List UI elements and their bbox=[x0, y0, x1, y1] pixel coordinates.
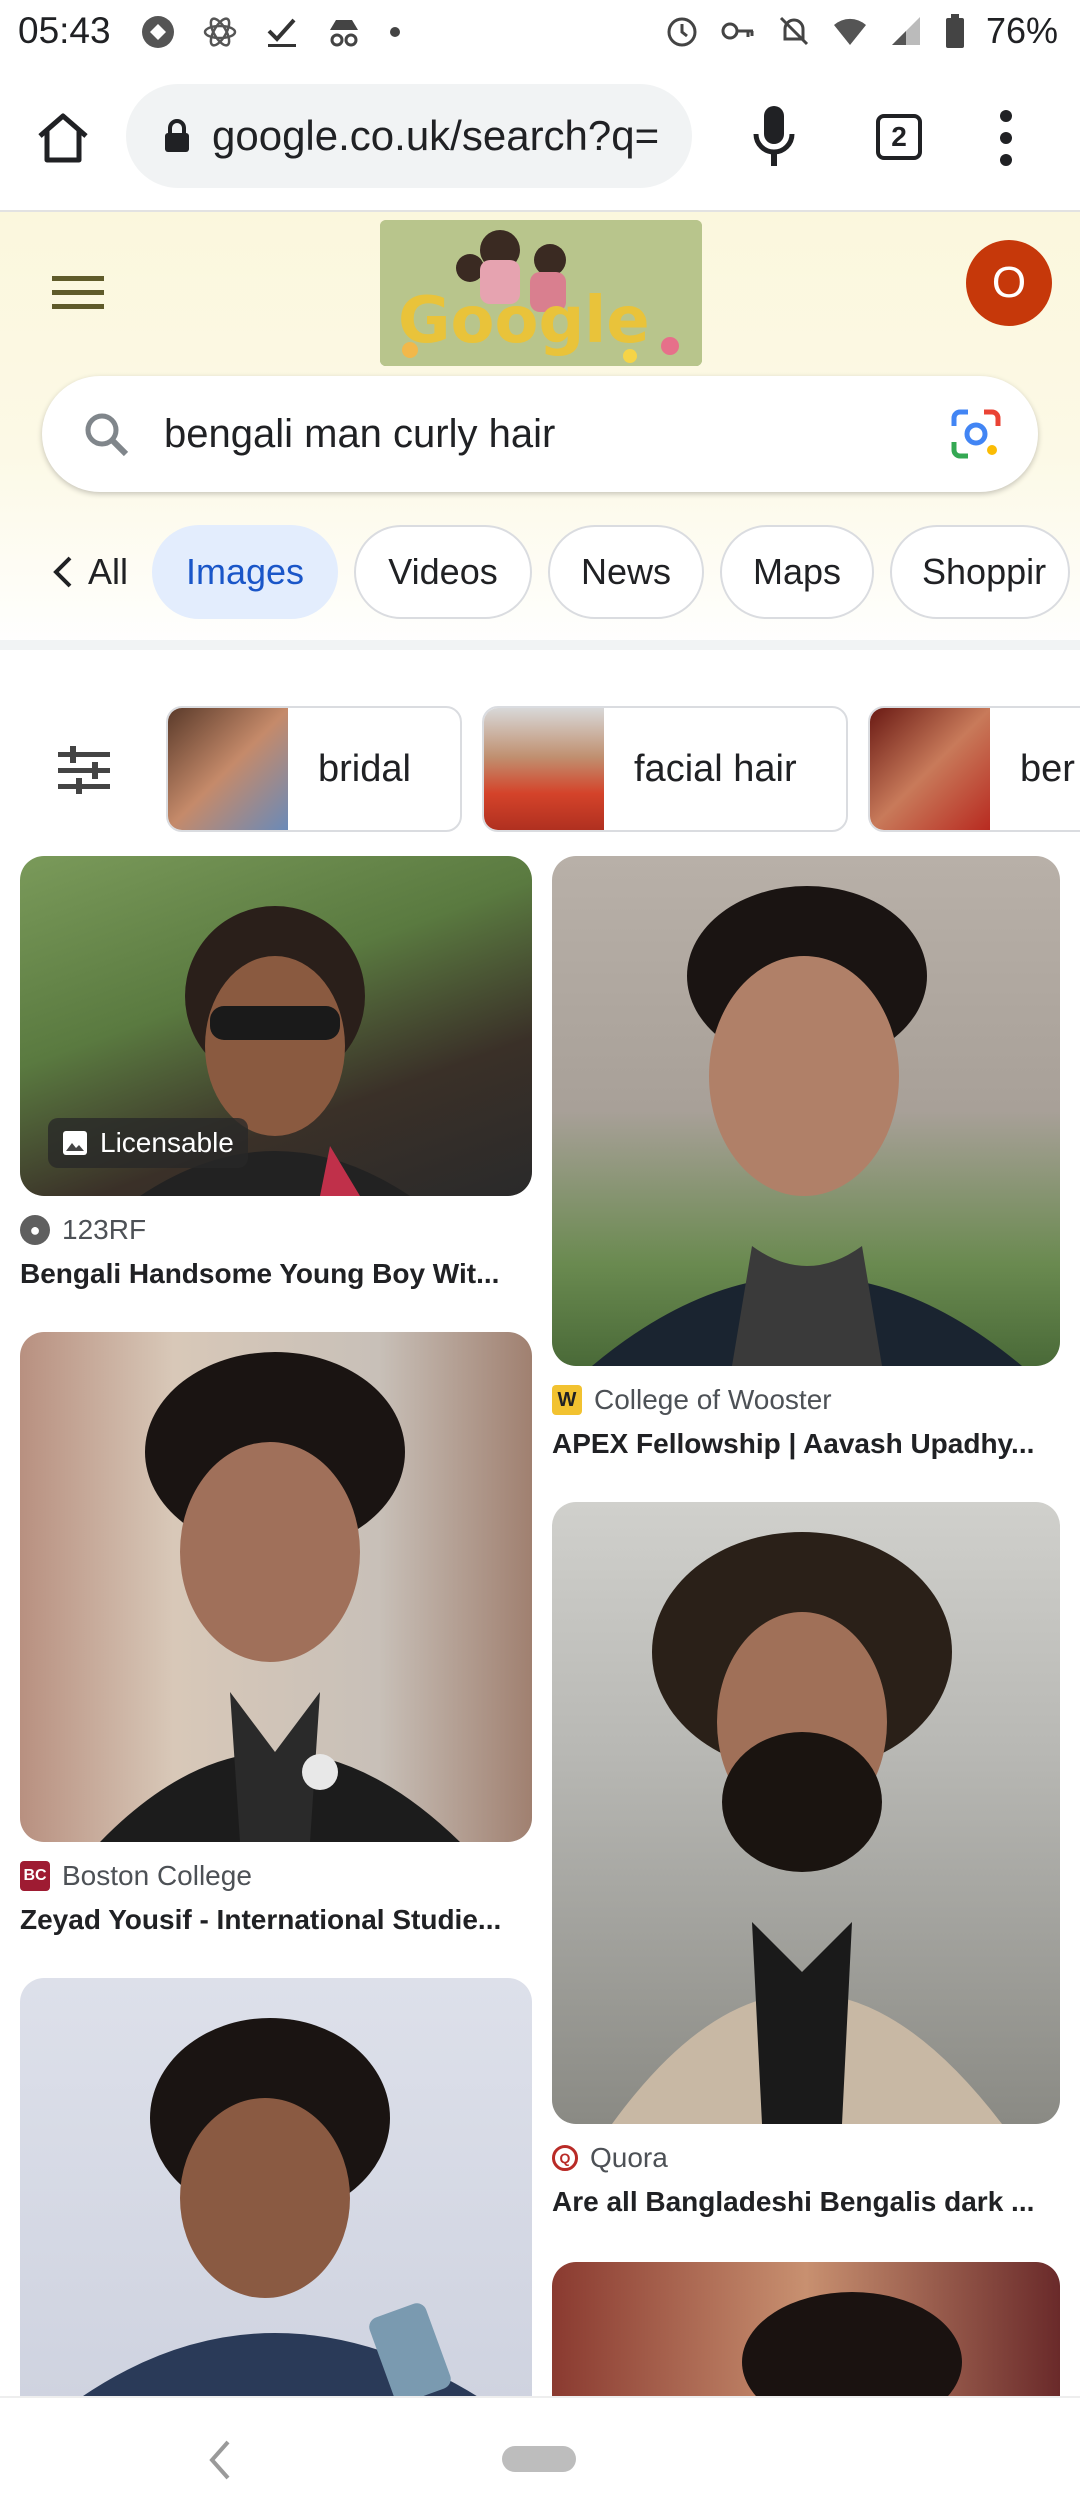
image-result[interactable] bbox=[552, 2262, 1060, 2398]
result-title[interactable]: Bengali Handsome Young Boy Wit... bbox=[20, 1258, 532, 1290]
source-name: College of Wooster bbox=[594, 1384, 832, 1415]
result-title[interactable]: APEX Fellowship | Aavash Upadhy... bbox=[552, 1428, 1060, 1460]
result-image[interactable] bbox=[552, 856, 1060, 1366]
account-avatar[interactable]: O bbox=[966, 240, 1052, 326]
search-box[interactable]: bengali man curly hair bbox=[42, 376, 1038, 492]
source-name: 123RF bbox=[62, 1214, 147, 1245]
mute-icon bbox=[779, 16, 808, 46]
wifi-icon bbox=[833, 18, 866, 45]
chevron-left-icon bbox=[53, 556, 72, 588]
tab-maps[interactable]: Maps bbox=[720, 525, 875, 619]
source-favicon-icon: W bbox=[552, 1385, 582, 1415]
battery-icon bbox=[945, 14, 964, 48]
result-image[interactable] bbox=[552, 1502, 1060, 2124]
chip-thumbnail bbox=[484, 708, 604, 830]
result-title[interactable]: Zeyad Yousif - International Studie... bbox=[20, 1904, 532, 1936]
result-source: ● 123RF bbox=[20, 1214, 532, 1246]
image-icon bbox=[63, 1131, 87, 1155]
home-icon[interactable] bbox=[34, 110, 92, 166]
result-image[interactable] bbox=[552, 2262, 1060, 2398]
result-source: Q Quora bbox=[552, 2142, 1060, 2174]
tab-label: News bbox=[581, 551, 672, 592]
battery-level: 76% bbox=[985, 10, 1058, 51]
signal-icon bbox=[891, 17, 920, 45]
back-icon[interactable] bbox=[206, 2438, 232, 2482]
hamburger-menu-icon[interactable] bbox=[52, 272, 104, 312]
source-name: Quora bbox=[590, 2142, 668, 2173]
image-result[interactable]: Q Quora Are all Bangladeshi Bengalis dar… bbox=[552, 1502, 1060, 2218]
chip-label: facial hair bbox=[634, 747, 797, 790]
image-result[interactable]: Licensable ● 123RF Bengali Handsome Youn… bbox=[20, 856, 532, 1290]
check-icon bbox=[267, 18, 296, 47]
image-result[interactable]: W College of Wooster APEX Fellowship | A… bbox=[552, 856, 1060, 1460]
alarm-icon bbox=[667, 17, 697, 47]
result-image[interactable] bbox=[20, 1332, 532, 1842]
chip-thumbnail bbox=[870, 708, 990, 830]
home-gesture-pill[interactable] bbox=[502, 2446, 576, 2472]
atom-icon bbox=[203, 17, 237, 47]
image-result[interactable] bbox=[20, 1978, 532, 2398]
tab-label: Maps bbox=[753, 551, 842, 592]
more-options-icon[interactable] bbox=[994, 108, 1018, 168]
tune-filter-icon[interactable] bbox=[58, 746, 110, 794]
result-image[interactable]: Licensable bbox=[20, 856, 532, 1196]
svg-text:Google: Google bbox=[398, 284, 650, 358]
tab-images[interactable]: Images bbox=[152, 525, 339, 619]
search-query: bengali man curly hair bbox=[164, 411, 556, 456]
tab-label: Images bbox=[185, 551, 305, 592]
source-name: Boston College bbox=[62, 1860, 252, 1891]
tab-count: 2 bbox=[891, 121, 907, 152]
section-divider bbox=[0, 640, 1080, 650]
incognito-icon bbox=[330, 20, 358, 47]
google-lens-icon[interactable] bbox=[950, 408, 1002, 460]
chip-bridal[interactable]: bridal bbox=[166, 706, 462, 832]
tab-label: Videos bbox=[388, 551, 498, 592]
result-source: W College of Wooster bbox=[552, 1384, 1060, 1416]
lock-icon bbox=[165, 119, 189, 152]
result-title[interactable]: Are all Bangladeshi Bengalis dark ... bbox=[552, 2186, 1060, 2218]
tab-shopping[interactable]: Shoppir bbox=[890, 525, 1071, 619]
badge-label: Licensable bbox=[100, 1127, 234, 1158]
related-chips: bridal facial hair ber bbox=[0, 706, 1080, 834]
status-bar: 05:43 76% bbox=[0, 0, 1080, 64]
browser-toolbar: google.co.uk/search?q= 2 bbox=[0, 64, 1080, 212]
system-navigation-bar bbox=[0, 2396, 1080, 2520]
chip-facial-hair[interactable]: facial hair bbox=[482, 706, 848, 832]
google-doodle[interactable]: Google bbox=[380, 220, 702, 366]
tab-videos[interactable]: Videos bbox=[354, 525, 533, 619]
search-icon bbox=[85, 413, 129, 457]
tab-switcher-button[interactable]: 2 bbox=[876, 114, 922, 160]
url-bar[interactable]: google.co.uk/search?q= bbox=[126, 84, 692, 188]
image-result[interactable]: BC Boston College Zeyad Yousif - Interna… bbox=[20, 1332, 532, 1936]
source-favicon-icon: ● bbox=[20, 1215, 50, 1245]
tab-label: All bbox=[88, 551, 129, 592]
avatar-letter: O bbox=[991, 258, 1027, 307]
google-header: Google O bengali man curly hair All Imag… bbox=[0, 212, 1080, 652]
chip-label: ber bbox=[1020, 747, 1075, 790]
microphone-icon[interactable] bbox=[752, 104, 796, 170]
tab-label: Shoppir bbox=[922, 551, 1047, 592]
status-time: 05:43 bbox=[18, 10, 111, 51]
result-source: BC Boston College bbox=[20, 1860, 532, 1892]
source-favicon-icon: Q bbox=[552, 2145, 578, 2171]
source-favicon-icon: BC bbox=[20, 1861, 50, 1891]
chip-label: bridal bbox=[318, 747, 411, 790]
chip-bengali[interactable]: ber bbox=[868, 706, 1080, 832]
key-icon bbox=[721, 22, 754, 40]
licensable-badge: Licensable bbox=[48, 1118, 248, 1168]
tab-news[interactable]: News bbox=[548, 525, 705, 619]
url-text: google.co.uk/search?q= bbox=[212, 112, 660, 159]
opera-icon bbox=[142, 16, 174, 48]
tab-all[interactable]: All bbox=[0, 525, 128, 619]
search-type-tabs: All Images Videos News Maps Shoppir bbox=[0, 522, 1080, 622]
result-image[interactable] bbox=[20, 1978, 532, 2398]
chip-thumbnail bbox=[168, 708, 288, 830]
dot-icon bbox=[390, 27, 400, 37]
